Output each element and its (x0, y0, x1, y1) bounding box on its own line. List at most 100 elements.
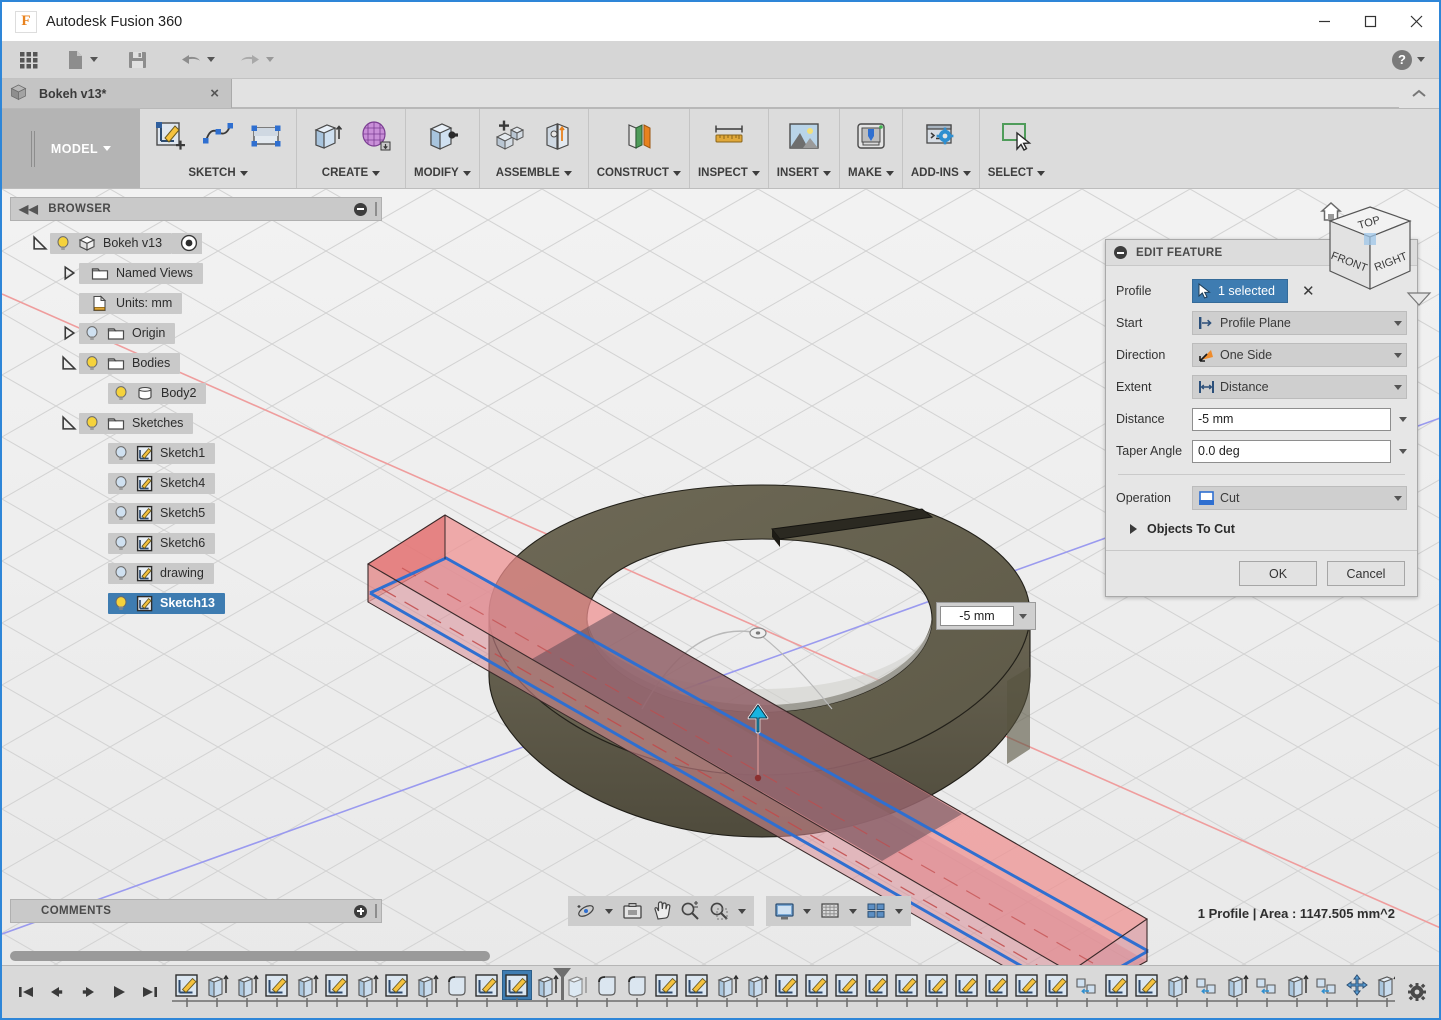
rectangle-button[interactable] (244, 114, 288, 158)
activate-component-icon[interactable] (180, 234, 198, 252)
visibility-bulb-icon[interactable] (113, 445, 129, 461)
ribbon-group-inspect-label[interactable]: INSPECT (698, 162, 760, 184)
visibility-bulb-icon[interactable] (113, 565, 129, 581)
ribbon-group-make-label[interactable]: MAKE (848, 162, 894, 184)
viewports-button[interactable] (863, 898, 889, 924)
ribbon-group-select-label[interactable]: SELECT (988, 162, 1045, 184)
tree-item-sketch4[interactable]: Sketch4 (10, 468, 382, 498)
timeline-feature-move[interactable] (1342, 970, 1372, 1000)
chevron-down-icon[interactable] (103, 146, 111, 151)
expander-expanded-icon[interactable] (61, 415, 77, 431)
timeline-feature-extrude[interactable] (412, 970, 442, 1000)
orbit-caret-icon[interactable] (605, 909, 613, 914)
expander-expanded-icon[interactable] (32, 235, 48, 251)
select-button[interactable] (994, 114, 1038, 158)
ribbon-group-create-label[interactable]: CREATE (322, 162, 380, 184)
redo-button[interactable] (232, 41, 281, 79)
display-settings-button[interactable] (771, 898, 797, 924)
tree-item-bodies[interactable]: Bodies (10, 348, 382, 378)
timeline-feature-extrude[interactable] (1222, 970, 1252, 1000)
timeline-marker[interactable] (551, 968, 573, 1002)
timeline-feature-fillet[interactable] (622, 970, 652, 1000)
timeline-feature-sketch[interactable] (892, 970, 922, 1000)
canvas-distance-input[interactable]: -5 mm (940, 606, 1014, 626)
measure-button[interactable] (707, 114, 751, 158)
timeline-feature-sketch[interactable] (382, 970, 412, 1000)
tree-item-pill[interactable]: Bokeh v13 (50, 233, 172, 254)
objects-to-cut-expander[interactable]: Objects To Cut (1116, 514, 1407, 544)
visibility-bulb-icon[interactable] (84, 355, 100, 371)
visibility-bulb-icon[interactable] (113, 535, 129, 551)
taper-angle-input[interactable]: 0.0 deg (1192, 440, 1391, 463)
zoom-window-button[interactable] (706, 898, 732, 924)
extent-dropdown[interactable]: Distance (1192, 375, 1407, 399)
view-cube[interactable]: TOP FRONT RIGHT (1302, 189, 1437, 319)
create-sketch-button[interactable] (148, 114, 192, 158)
close-icon[interactable]: × (204, 85, 225, 102)
tree-item-pill[interactable]: Bodies (79, 353, 180, 374)
chevron-down-icon[interactable] (564, 171, 572, 176)
timeline-feature-extrude[interactable] (352, 970, 382, 1000)
browser-header[interactable]: ◀◀ BROWSER (10, 197, 382, 221)
dialog-minimize-icon[interactable] (1114, 246, 1127, 259)
chevron-down-icon[interactable] (1394, 321, 1402, 326)
expander-expanded-icon[interactable] (61, 355, 77, 371)
timeline-feature-sketch[interactable] (1042, 970, 1072, 1000)
chevron-down-icon[interactable] (1394, 496, 1402, 501)
tree-item-pill[interactable]: Sketches (79, 413, 193, 434)
timeline-feature-mirror[interactable] (1192, 970, 1222, 1000)
taper-angle-dropdown-icon[interactable] (1399, 449, 1407, 454)
visibility-bulb-icon[interactable] (55, 235, 71, 251)
chevron-down-icon[interactable] (240, 171, 248, 176)
chevron-down-icon[interactable] (673, 171, 681, 176)
ok-button[interactable]: OK (1239, 561, 1317, 586)
tree-item-sketches[interactable]: Sketches (10, 408, 382, 438)
save-button[interactable] (121, 41, 155, 79)
new-component-button[interactable] (488, 114, 532, 158)
collapse-panel-icon[interactable]: ◀◀ (19, 202, 38, 216)
horizontal-scrollbar[interactable] (10, 951, 490, 963)
3d-print-button[interactable] (849, 114, 893, 158)
visibility-bulb-icon[interactable] (113, 595, 129, 611)
tree-item-pill[interactable]: Sketch6 (108, 533, 215, 554)
direction-dropdown[interactable]: One Side (1192, 343, 1407, 367)
tree-item-sketch1[interactable]: Sketch1 (10, 438, 382, 468)
extrude-button[interactable] (305, 114, 349, 158)
distance-dropdown-icon[interactable] (1399, 417, 1407, 422)
chevron-down-icon[interactable] (1037, 171, 1045, 176)
tree-item-drawing[interactable]: drawing (10, 558, 382, 588)
scripts-addins-button[interactable] (919, 114, 963, 158)
timeline-feature-mirror[interactable] (1072, 970, 1102, 1000)
distance-input[interactable]: -5 mm (1192, 408, 1391, 431)
tree-item-origin[interactable]: Origin (10, 318, 382, 348)
ribbon-group-insert-label[interactable]: INSERT (777, 162, 831, 184)
activate-component-button[interactable] (172, 233, 202, 254)
grid-snap-button[interactable] (817, 898, 843, 924)
tree-item-pill[interactable]: Body2 (108, 383, 206, 404)
collapse-ribbon-button[interactable] (1399, 79, 1439, 108)
timeline-feature-sketch[interactable] (322, 970, 352, 1000)
timeline-feature-sketch[interactable] (772, 970, 802, 1000)
operation-dropdown[interactable]: Cut (1192, 486, 1407, 510)
look-at-button[interactable] (619, 898, 645, 924)
viewport-canvas[interactable]: ◀◀ BROWSER Bokeh v13 Named Views Units: mm… (2, 189, 1441, 969)
timeline-feature-sketch[interactable] (1102, 970, 1132, 1000)
timeline-feature-sketch[interactable] (922, 970, 952, 1000)
timeline-feature-sketch[interactable] (502, 970, 532, 1000)
tree-item-pill[interactable]: drawing (108, 563, 214, 584)
chevron-down-icon[interactable] (372, 171, 380, 176)
tree-item-sketch13[interactable]: Sketch13 (10, 588, 382, 618)
timeline-feature-sketch[interactable] (652, 970, 682, 1000)
tree-item-sketch6[interactable]: Sketch6 (10, 528, 382, 558)
timeline-feature-sketch[interactable] (262, 970, 292, 1000)
tree-item-pill[interactable]: Units: mm (79, 293, 182, 314)
browser-minimize-icon[interactable] (354, 203, 367, 216)
chevron-down-icon[interactable] (463, 171, 471, 176)
orbit-button[interactable] (573, 898, 599, 924)
timeline-feature-extrude[interactable] (1372, 970, 1395, 1000)
tree-item-pill[interactable]: Sketch5 (108, 503, 215, 524)
timeline-feature-extrude[interactable] (1162, 970, 1192, 1000)
tree-item-named-views[interactable]: Named Views (10, 258, 382, 288)
app-grid-button[interactable] (12, 41, 46, 79)
chevron-down-icon[interactable] (963, 171, 971, 176)
